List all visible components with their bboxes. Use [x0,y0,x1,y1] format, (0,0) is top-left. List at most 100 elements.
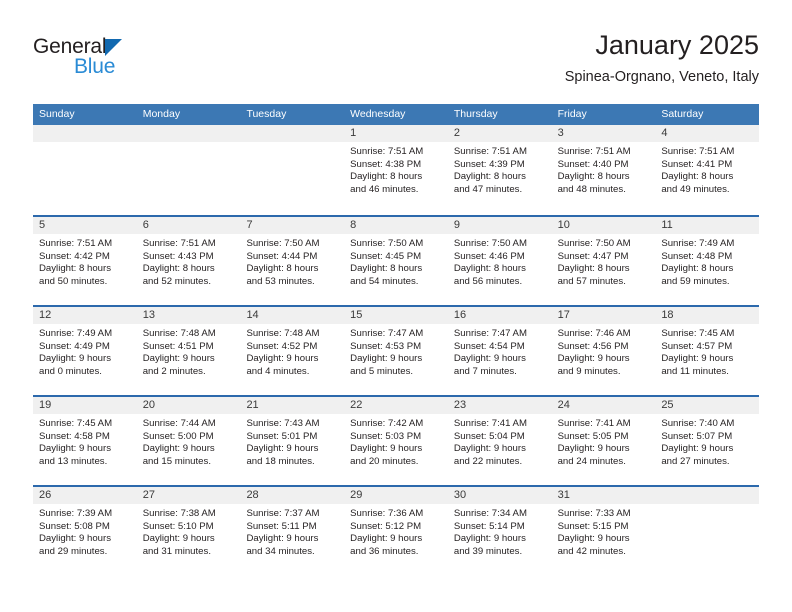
calendar-day-cell[interactable]: 30 Sunrise: 7:34 AM Sunset: 5:14 PM Dayligh… [447,487,552,575]
calendar-day-cell[interactable]: 11 Sunrise: 7:49 AM Sunset: 4:48 PM Dayligh… [655,217,760,305]
day-info-line: Sunset: 4:52 PM [246,340,318,352]
day-number: 28 [240,487,345,504]
day-info-line: Daylight: 8 hours [453,263,526,275]
general-blue-logo[interactable]: General Blue [33,36,233,92]
triangle-icon [105,39,123,56]
day-info-line: and 36 minutes. [350,545,419,557]
day-sun-info [137,142,241,146]
day-info-line: Sunrise: 7:50 AM [350,238,424,249]
calendar-day-cell[interactable]: 20 Sunrise: 7:44 AM Sunset: 5:00 PM Dayligh… [136,397,241,485]
calendar-day-cell[interactable]: 9 Sunrise: 7:50 AM Sunset: 4:46 PM Daylight… [447,217,552,305]
day-info-line: and 57 minutes. [557,275,626,287]
day-number: 18 [655,307,760,324]
calendar-week-row: 19 Sunrise: 7:45 AM Sunset: 4:58 PM Dayligh… [33,395,760,485]
calendar-day-cell-empty [33,125,137,215]
day-info-line: Sunset: 5:08 PM [39,520,110,532]
day-info-line: Sunrise: 7:47 AM [350,328,424,339]
day-info-line: Daylight: 8 hours [39,263,111,275]
day-sun-info: Sunrise: 7:42 AM Sunset: 5:03 PM Daylight:… [344,414,448,468]
day-sun-info [240,142,344,146]
calendar-day-cell[interactable]: 22 Sunrise: 7:42 AM Sunset: 5:03 PM Dayligh… [344,397,448,485]
calendar-day-cell[interactable]: 10 Sunrise: 7:50 AM Sunset: 4:47 PM Dayligh… [551,217,656,305]
day-info-line: Daylight: 9 hours [557,353,630,365]
calendar-day-cell[interactable]: 1 Sunrise: 7:51 AM Sunset: 4:38 PM Daylight… [344,125,448,215]
day-info-line: Sunset: 4:42 PM [39,250,110,262]
calendar-day-cell[interactable]: 15 Sunrise: 7:47 AM Sunset: 4:53 PM Dayligh… [344,307,448,395]
day-info-line: and 13 minutes. [39,455,108,467]
calendar-day-cell[interactable]: 6 Sunrise: 7:51 AM Sunset: 4:43 PM Daylight… [136,217,241,305]
day-sun-info: Sunrise: 7:51 AM Sunset: 4:42 PM Daylight:… [33,234,137,288]
calendar-day-cell[interactable]: 5 Sunrise: 7:51 AM Sunset: 4:42 PM Daylight… [33,217,137,305]
day-number: 25 [655,397,760,414]
day-number: 24 [551,397,656,414]
day-info-line: and 29 minutes. [39,545,108,557]
calendar-day-cell[interactable]: 3 Sunrise: 7:51 AM Sunset: 4:40 PM Daylight… [551,125,656,215]
calendar-day-cell[interactable]: 17 Sunrise: 7:46 AM Sunset: 4:56 PM Dayligh… [551,307,656,395]
day-info-line: Sunrise: 7:39 AM [39,508,113,519]
day-info-line: Sunset: 4:58 PM [39,430,110,442]
day-info-line: Sunset: 5:00 PM [142,430,214,442]
day-number: 10 [551,217,656,234]
day-info-line: Sunrise: 7:43 AM [246,418,320,429]
calendar-day-cell[interactable]: 13 Sunrise: 7:48 AM Sunset: 4:51 PM Dayligh… [136,307,241,395]
calendar-day-cell-empty [136,125,241,215]
day-info-line: Sunrise: 7:36 AM [350,508,424,519]
day-sun-info: Sunrise: 7:51 AM Sunset: 4:38 PM Daylight:… [344,142,448,196]
calendar-day-cell[interactable]: 8 Sunrise: 7:50 AM Sunset: 4:45 PM Daylight… [344,217,448,305]
day-info-line: Sunset: 5:12 PM [350,520,422,532]
page-header: General Blue January 2025 Spinea-Orgnano… [33,28,759,96]
calendar-day-cell[interactable]: 18 Sunrise: 7:45 AM Sunset: 4:57 PM Dayligh… [655,307,760,395]
day-info-line: Daylight: 9 hours [142,443,215,455]
day-info-line: Daylight: 8 hours [661,171,734,183]
day-sun-info: Sunrise: 7:45 AM Sunset: 4:57 PM Daylight:… [655,324,759,378]
calendar-day-cell[interactable]: 24 Sunrise: 7:41 AM Sunset: 5:05 PM Dayligh… [551,397,656,485]
calendar-day-cell[interactable]: 12 Sunrise: 7:49 AM Sunset: 4:49 PM Dayligh… [33,307,137,395]
calendar-day-cell[interactable]: 16 Sunrise: 7:47 AM Sunset: 4:54 PM Dayligh… [447,307,552,395]
day-info-line: Sunset: 4:53 PM [350,340,422,352]
day-sun-info: Sunrise: 7:49 AM Sunset: 4:48 PM Daylight:… [655,234,759,288]
day-number: 29 [344,487,448,504]
day-info-line: Sunset: 5:15 PM [557,520,629,532]
day-info-line: Daylight: 8 hours [661,263,734,275]
day-info-line: Sunset: 4:44 PM [246,250,318,262]
day-info-line: Sunrise: 7:51 AM [350,146,424,157]
calendar-day-cell[interactable]: 31 Sunrise: 7:33 AM Sunset: 5:15 PM Dayligh… [551,487,656,575]
calendar-day-cell[interactable]: 26 Sunrise: 7:39 AM Sunset: 5:08 PM Dayligh… [33,487,137,575]
calendar-day-cell[interactable]: 29 Sunrise: 7:36 AM Sunset: 5:12 PM Dayligh… [344,487,448,575]
day-info-line: Sunrise: 7:48 AM [246,328,320,339]
calendar-day-cell[interactable]: 25 Sunrise: 7:40 AM Sunset: 5:07 PM Dayligh… [655,397,760,485]
calendar-day-cell[interactable]: 4 Sunrise: 7:51 AM Sunset: 4:41 PM Daylight… [655,125,760,215]
day-info-line: Daylight: 9 hours [557,443,630,455]
day-sun-info: Sunrise: 7:51 AM Sunset: 4:39 PM Daylight:… [448,142,552,196]
calendar-day-cell[interactable]: 14 Sunrise: 7:48 AM Sunset: 4:52 PM Dayligh… [240,307,345,395]
day-info-line: Sunset: 4:51 PM [142,340,214,352]
calendar-page: General Blue January 2025 Spinea-Orgnano… [0,0,792,612]
calendar-day-cell[interactable]: 2 Sunrise: 7:51 AM Sunset: 4:39 PM Daylight… [447,125,552,215]
day-info-line: Sunrise: 7:37 AM [246,508,320,519]
day-info-line: and 49 minutes. [661,183,730,195]
day-info-line: Sunrise: 7:48 AM [142,328,216,339]
day-info-line: Sunset: 5:10 PM [142,520,214,532]
day-number: 3 [551,125,656,142]
day-number: 4 [655,125,760,142]
day-number: 14 [240,307,345,324]
calendar-day-cell[interactable]: 23 Sunrise: 7:41 AM Sunset: 5:04 PM Dayligh… [447,397,552,485]
day-info-line: Daylight: 9 hours [661,353,734,365]
day-info-line: and 15 minutes. [142,455,211,467]
calendar-week-row: 1 Sunrise: 7:51 AM Sunset: 4:38 PM Daylight… [33,125,760,215]
calendar-day-cell[interactable]: 19 Sunrise: 7:45 AM Sunset: 4:58 PM Dayligh… [33,397,137,485]
day-info-line: and 27 minutes. [661,455,730,467]
day-number: 2 [447,125,552,142]
day-info-line: Sunrise: 7:49 AM [39,328,113,339]
calendar-day-cell[interactable]: 21 Sunrise: 7:43 AM Sunset: 5:01 PM Dayligh… [240,397,345,485]
logo-text-general: General [33,35,107,58]
day-sun-info: Sunrise: 7:50 AM Sunset: 4:47 PM Daylight:… [552,234,656,288]
calendar-day-cell[interactable]: 7 Sunrise: 7:50 AM Sunset: 4:44 PM Daylight… [240,217,345,305]
calendar-day-cell[interactable]: 28 Sunrise: 7:37 AM Sunset: 5:11 PM Dayligh… [240,487,345,575]
day-sun-info: Sunrise: 7:41 AM Sunset: 5:04 PM Daylight:… [448,414,552,468]
day-info-line: Daylight: 8 hours [350,171,423,183]
day-sun-info: Sunrise: 7:47 AM Sunset: 4:54 PM Daylight:… [448,324,552,378]
day-number: 30 [447,487,552,504]
day-info-line: Sunrise: 7:51 AM [661,146,735,157]
calendar-day-cell[interactable]: 27 Sunrise: 7:38 AM Sunset: 5:10 PM Dayligh… [136,487,241,575]
